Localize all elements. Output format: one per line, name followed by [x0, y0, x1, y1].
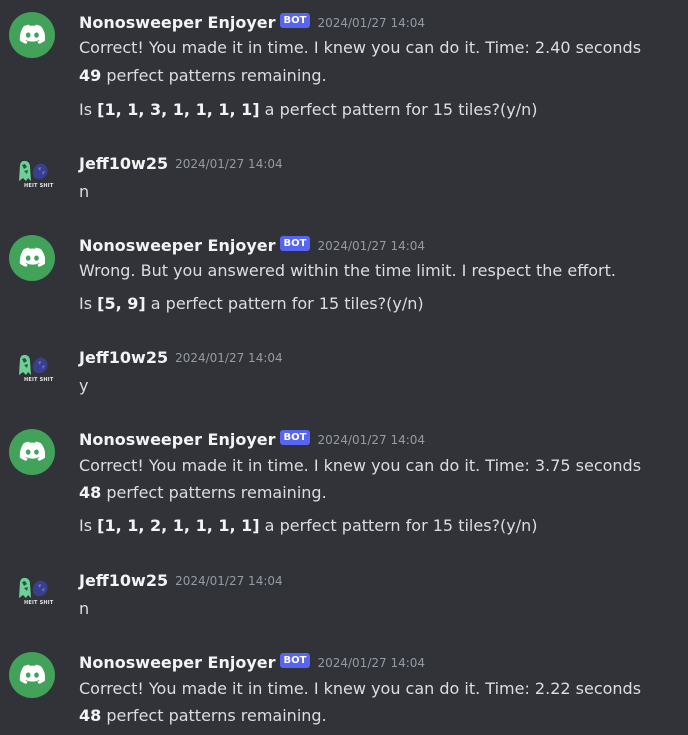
remaining-count: 48 [79, 706, 102, 725]
author-name[interactable]: Nonosweeper Enjoyer [79, 236, 276, 255]
author-name[interactable]: Nonosweeper Enjoyer [79, 653, 276, 672]
bot-badge: BOT [279, 236, 311, 251]
timestamp[interactable]: 2024/01/27 14:04 [317, 239, 425, 253]
timestamp[interactable]: 2024/01/27 14:04 [317, 656, 425, 670]
remaining-count: 48 [79, 483, 102, 502]
message-header: Nonosweeper Enjoyer BOT 2024/01/27 14:04 [79, 652, 425, 674]
bot-badge: BOT [279, 430, 311, 445]
remaining-count: 49 [79, 66, 102, 85]
bot-badge: BOT [279, 13, 311, 28]
user-avatar[interactable]: HEIT SHIT [9, 570, 55, 616]
question-suffix: a perfect pattern for 15 tiles?(y/n) [259, 100, 538, 119]
pattern-text: [1, 1, 3, 1, 1, 1, 1] [97, 100, 260, 119]
author-name[interactable]: Nonosweeper Enjoyer [79, 13, 276, 32]
bot-avatar[interactable] [9, 652, 55, 698]
message-question-line: Is [1, 1, 2, 1, 1, 1, 1] a perfect patte… [79, 515, 538, 537]
question-suffix: a perfect pattern for 15 tiles?(y/n) [145, 294, 424, 313]
author-name[interactable]: Nonosweeper Enjoyer [79, 430, 276, 449]
message-text: Correct! You made it in time. I knew you… [79, 456, 642, 475]
pattern-text: [5, 9] [97, 294, 146, 313]
question-prefix: Is [79, 516, 98, 535]
message-remaining-line: 48 perfect patterns remaining. [79, 705, 327, 727]
avatar-tag-text: HEIT SHIT [24, 183, 54, 189]
author-name[interactable]: Jeff10w25 [79, 348, 168, 367]
remaining-text: perfect patterns remaining. [101, 483, 327, 502]
question-suffix: a perfect pattern for 15 tiles?(y/n) [259, 516, 538, 535]
bot-badge: BOT [279, 653, 311, 668]
message-header: Nonosweeper Enjoyer BOT 2024/01/27 14:04 [79, 235, 425, 257]
author-name[interactable]: Jeff10w25 [79, 571, 168, 590]
discord-logo-icon [19, 664, 45, 684]
message-header: Jeff10w25 2024/01/27 14:04 [79, 570, 283, 592]
bot-avatar[interactable] [9, 429, 55, 475]
timestamp[interactable]: 2024/01/27 14:04 [175, 157, 283, 171]
bot-avatar[interactable] [9, 235, 55, 281]
author-name[interactable]: Jeff10w25 [79, 154, 168, 173]
message-header: Nonosweeper Enjoyer BOT 2024/01/27 14:04 [79, 429, 425, 451]
message-text: Correct! You made it in time. I knew you… [79, 38, 642, 57]
message-header: Jeff10w25 2024/01/27 14:04 [79, 153, 283, 175]
pattern-text: [1, 1, 2, 1, 1, 1, 1] [97, 516, 260, 535]
question-prefix: Is [79, 294, 98, 313]
message-question-line: Is [1, 1, 3, 1, 1, 1, 1] a perfect patte… [79, 99, 538, 121]
avatar-tag-text: HEIT SHIT [24, 377, 54, 383]
ghost-character-icon [19, 577, 48, 598]
message-text: n [79, 182, 90, 201]
chat-message-list: Nonosweeper Enjoyer BOT 2024/01/27 14:04 C… [0, 0, 688, 735]
user-avatar[interactable]: HEIT SHIT [9, 153, 55, 199]
message-text: Correct! You made it in time. I knew you… [79, 679, 642, 698]
message-remaining-line: 49 perfect patterns remaining. [79, 65, 327, 87]
timestamp[interactable]: 2024/01/27 14:04 [317, 433, 425, 447]
message-header: Jeff10w25 2024/01/27 14:04 [79, 347, 283, 369]
avatar-tag-text: HEIT SHIT [24, 600, 54, 606]
discord-logo-icon [19, 247, 45, 267]
discord-logo-icon [19, 441, 45, 461]
message-text: n [79, 599, 90, 618]
remaining-text: perfect patterns remaining. [101, 706, 327, 725]
ghost-character-icon [19, 160, 48, 181]
ghost-character-icon [19, 354, 48, 375]
remaining-text: perfect patterns remaining. [101, 66, 327, 85]
message-question-line: Is [5, 9] a perfect pattern for 15 tiles… [79, 293, 424, 315]
message-header: Nonosweeper Enjoyer BOT 2024/01/27 14:04 [79, 12, 425, 34]
message-text: y [79, 376, 89, 395]
message-remaining-line: 48 perfect patterns remaining. [79, 482, 327, 504]
user-avatar[interactable]: HEIT SHIT [9, 347, 55, 393]
question-prefix: Is [79, 100, 98, 119]
timestamp[interactable]: 2024/01/27 14:04 [175, 351, 283, 365]
timestamp[interactable]: 2024/01/27 14:04 [175, 574, 283, 588]
message-text: Wrong. But you answered within the time … [79, 261, 616, 280]
discord-logo-icon [19, 24, 45, 44]
bot-avatar[interactable] [9, 12, 55, 58]
timestamp[interactable]: 2024/01/27 14:04 [317, 16, 425, 30]
